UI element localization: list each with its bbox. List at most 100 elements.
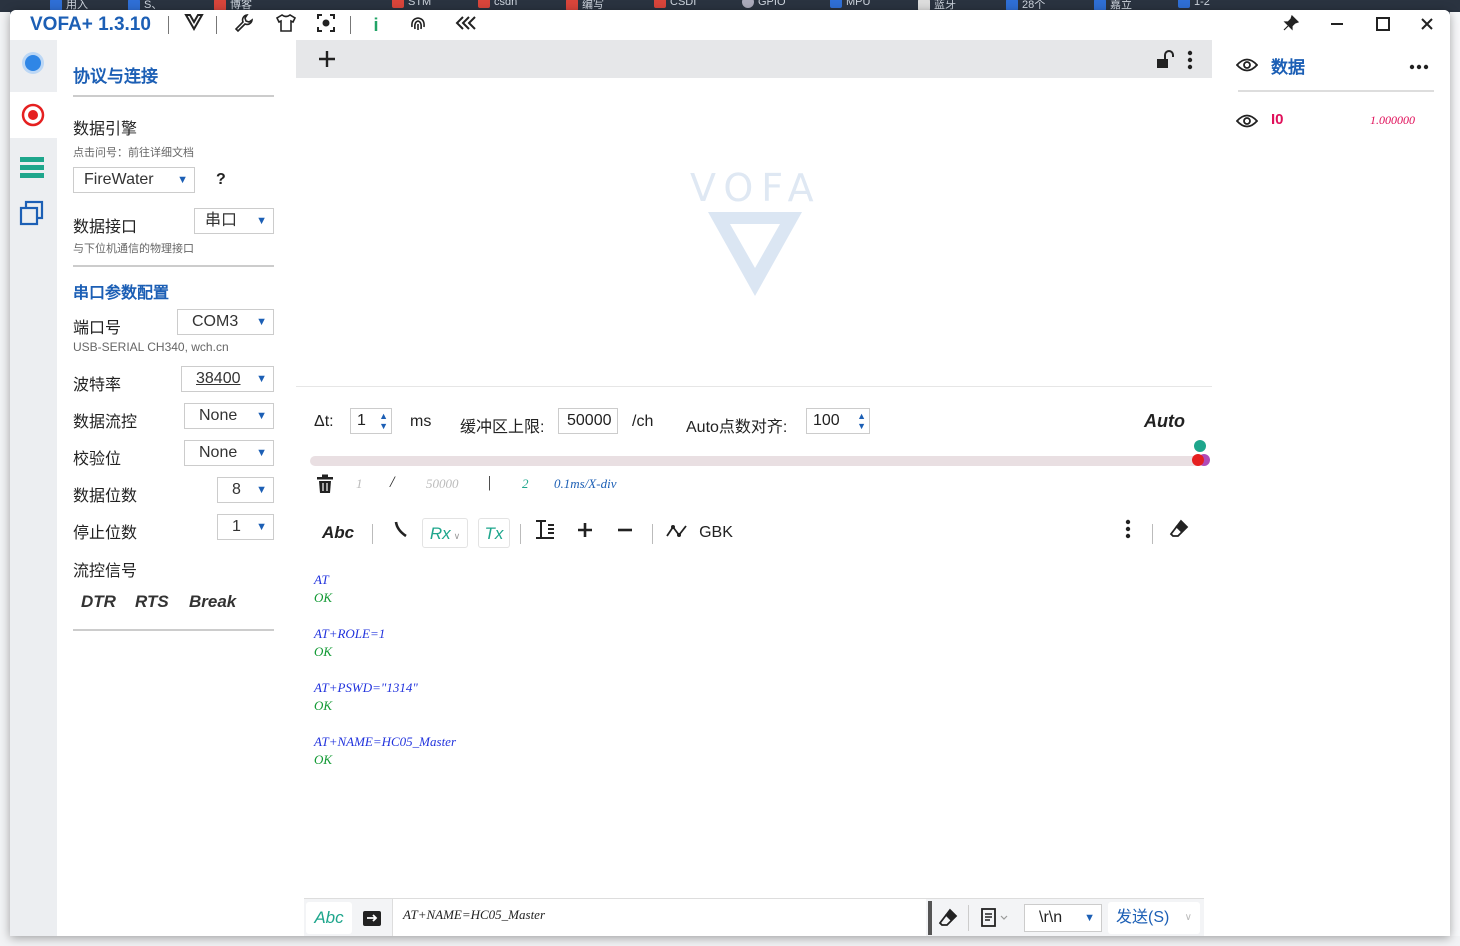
tx-toggle[interactable]: Tx [478, 518, 510, 548]
databits-select[interactable]: 8 ▼ [217, 477, 274, 503]
engine-select[interactable]: FireWater ▼ [73, 167, 195, 193]
text-format-icon[interactable] [532, 518, 558, 548]
history-icon[interactable] [980, 908, 1010, 933]
port-select[interactable]: COM3 ▼ [177, 309, 274, 335]
rts-button[interactable]: RTS [135, 592, 169, 612]
console-line: OK [314, 590, 333, 605]
more-vertical-icon[interactable] [1118, 518, 1138, 548]
console-line: OK [314, 698, 333, 713]
toolbar-separator [652, 524, 653, 544]
stopbits-select[interactable]: 1 ▼ [217, 514, 274, 540]
buffer-input[interactable]: 50000 [558, 408, 618, 434]
background-window-bottom [0, 936, 1460, 946]
parity-select[interactable]: None ▼ [184, 440, 274, 466]
zoom-out-icon[interactable] [612, 518, 638, 548]
plot-area[interactable]: VOFA [296, 78, 1212, 386]
plot-toolbar [296, 40, 1212, 78]
divider [73, 265, 274, 267]
divider [73, 95, 274, 97]
dt-spinner[interactable]: 1 ▲ ▼ [350, 408, 392, 434]
title-bar: VOFA+ 1.3.10 i [10, 10, 1450, 40]
send-button[interactable]: 发送(S) ∨ [1108, 902, 1200, 934]
channel-name[interactable]: I0 [1271, 111, 1284, 128]
waveform-icon[interactable] [664, 518, 690, 548]
fingerprint-icon[interactable] [406, 13, 430, 37]
shirt-icon[interactable] [274, 13, 298, 37]
channel-visibility-eye-icon[interactable] [1235, 113, 1259, 134]
text-mode-button[interactable]: Abc [318, 518, 358, 548]
stat-channels: 2 [522, 476, 529, 491]
databits-label: 数据位数 [73, 488, 138, 505]
flow-select[interactable]: None ▼ [184, 403, 274, 429]
chevron-down-icon: ▼ [256, 215, 267, 227]
maximize-button[interactable] [1368, 12, 1398, 38]
pin-icon[interactable] [1276, 12, 1306, 38]
zoom-in-icon[interactable] [572, 518, 598, 548]
line-ending-select[interactable]: \r\n ▼ [1024, 904, 1102, 932]
list-icon[interactable] [16, 150, 50, 184]
align-spinner[interactable]: 100 ▲ ▼ [806, 408, 870, 434]
buffer-label: 缓冲区上限: [460, 419, 545, 436]
app-title: VOFA+ 1.3.10 [30, 14, 151, 35]
stat-slash: / [390, 474, 395, 491]
console-line: OK [314, 752, 333, 767]
connection-status-icon[interactable] [16, 46, 50, 80]
plot-slider[interactable] [310, 456, 1200, 466]
tab-favicon-icon [1178, 0, 1190, 9]
channel-value: 1.000000 [1370, 113, 1415, 127]
console-line: AT+NAME=HC05_Master [314, 734, 457, 749]
baud-select[interactable]: 38400 ▼ [181, 366, 274, 392]
wrench-icon[interactable] [232, 13, 256, 37]
collapse-icon[interactable] [454, 13, 478, 37]
console-line: AT [314, 572, 329, 587]
minimize-button[interactable] [1322, 12, 1352, 38]
more-horizontal-icon[interactable] [1408, 58, 1430, 76]
send-text-mode-button[interactable]: Abc [306, 902, 352, 934]
windows-icon[interactable] [16, 198, 50, 232]
vofa-window: VOFA+ 1.3.10 i 协议与连接 数据引擎 点击问号：前往详细文档 Fi… [10, 10, 1450, 936]
title-separator [216, 16, 217, 34]
trash-icon[interactable] [316, 474, 334, 499]
info-icon[interactable]: i [364, 13, 388, 37]
chevron-down-icon: ▼ [256, 447, 267, 459]
rx-toggle[interactable]: Rx ∨ [422, 518, 468, 548]
encoding-label[interactable]: GBK [696, 518, 736, 548]
record-icon[interactable] [10, 92, 57, 138]
stopbits-label: 停止位数 [73, 525, 138, 542]
break-button[interactable]: Break [189, 592, 236, 612]
engine-help-button[interactable]: ? [216, 171, 226, 189]
divider [73, 629, 274, 631]
auto-button[interactable]: Auto [1144, 411, 1185, 432]
chevron-down-icon: ▼ [177, 174, 188, 186]
rx-label: Rx [429, 524, 451, 543]
unlock-icon[interactable] [1154, 50, 1174, 75]
add-icon[interactable] [316, 48, 338, 75]
eye-icon[interactable] [1235, 57, 1259, 78]
spinner-arrows-icon[interactable]: ▲ ▼ [857, 411, 866, 431]
close-button[interactable] [1412, 12, 1442, 38]
watermark-text: VOFA [690, 166, 822, 210]
clear-input-icon[interactable] [938, 908, 958, 933]
toolbar-separator [520, 524, 521, 544]
cursor-icon[interactable] [388, 518, 414, 548]
send-file-icon[interactable] [362, 908, 382, 933]
port-label: 端口号 [73, 320, 122, 337]
chevron-down-icon: ▼ [256, 316, 267, 328]
input-resize-handle[interactable] [928, 901, 932, 935]
interface-hint: 与下位机通信的物理接口 [73, 243, 194, 255]
eraser-icon[interactable] [1166, 518, 1192, 548]
stat-current: 1 [356, 476, 363, 491]
more-vertical-icon[interactable] [1186, 49, 1194, 76]
dtr-button[interactable]: DTR [81, 592, 116, 612]
spinner-arrows-icon[interactable]: ▲ ▼ [379, 411, 388, 431]
serial-console[interactable]: AT OK AT+ROLE=1 OK AT+PSWD="1314" OK AT+… [314, 568, 1194, 888]
parity-label: 校验位 [73, 451, 122, 468]
align-value: 100 [813, 412, 840, 429]
flow-value: None [199, 407, 238, 424]
vofa-logo-icon[interactable] [182, 13, 206, 37]
console-line: OK [314, 644, 333, 659]
serial-header: 串口参数配置 [73, 285, 170, 302]
screenshot-icon[interactable] [314, 13, 338, 37]
interface-select[interactable]: 串口 ▼ [194, 208, 274, 234]
send-input[interactable]: AT+NAME=HC05_Master [392, 899, 926, 936]
